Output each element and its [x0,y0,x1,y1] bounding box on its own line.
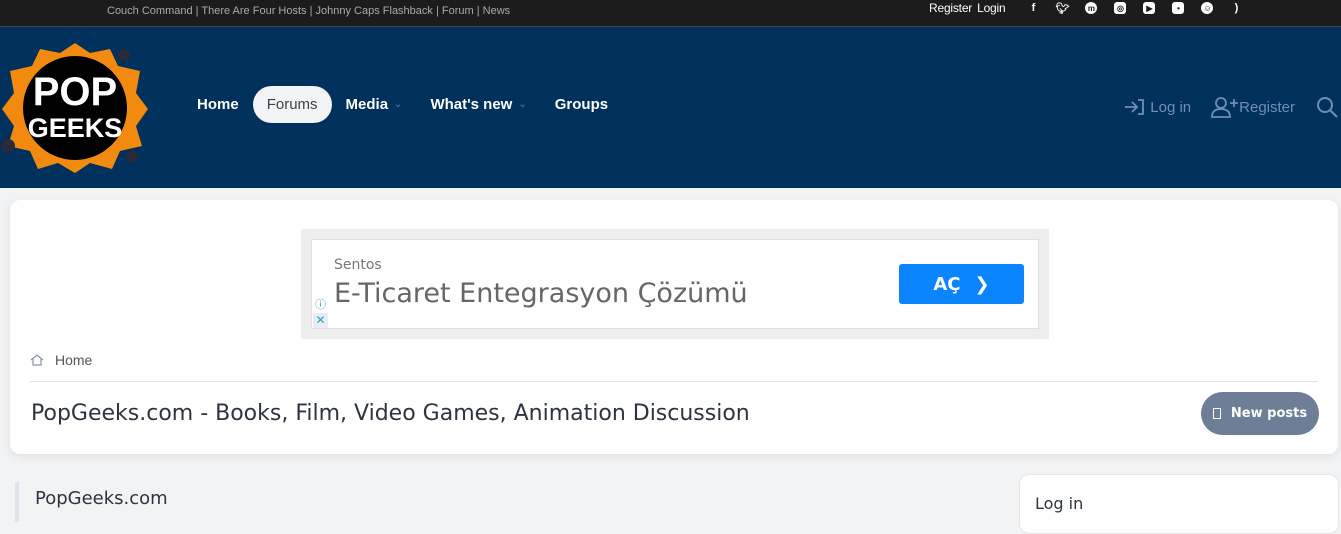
top-register-link[interactable]: Register [929,1,972,15]
ad-info-icon[interactable]: ⓘ [313,296,328,311]
svg-text:POP: POP [33,70,117,114]
nav-home[interactable]: Home [183,86,253,123]
mastodon-icon[interactable]: m [1085,2,1098,14]
divider [30,381,1318,382]
nav-whats-new[interactable]: What's new ⌄ [416,86,540,123]
youtube-icon[interactable]: ▶ [1143,2,1156,14]
ad-button-label: AÇ [933,273,961,295]
section-title: PopGeeks.com [15,482,168,522]
document-icon [1212,408,1221,419]
top-link-johnny-caps[interactable]: Johnny Caps Flashback [316,5,433,17]
nav-media[interactable]: Media ⌄ [332,86,417,123]
nav-home-label: Home [197,96,239,113]
sidebar-login-block: Log in [1019,474,1339,534]
login-button[interactable]: Log in [1123,98,1191,116]
nav-whats-new-label: What's new [430,96,513,113]
search-icon[interactable] [1315,95,1339,119]
nav-media-label: Media [345,96,389,113]
nav-forums[interactable]: Forums [252,86,332,123]
user-plus-icon [1211,97,1239,118]
advertisement[interactable]: Sentos E-Ticaret Entegrasyon Çözümü AÇ ❯ … [301,229,1049,339]
chevron-right-icon: ❯ [974,273,990,295]
page-title: PopGeeks.com - Books, Film, Video Games,… [31,401,750,426]
rss-icon[interactable]: ) [1230,2,1242,14]
top-link-four-hosts[interactable]: There Are Four Hosts [201,5,306,17]
twitter-icon[interactable]: 🐦︎ [1055,2,1069,15]
page-header-card: Sentos E-Ticaret Entegrasyon Çözümü AÇ ❯ … [10,200,1338,454]
top-login-link[interactable]: Login [977,1,1006,15]
site-header: POP GEEKS Home Forums Media ⌄ What's new ⌄… [0,27,1341,188]
new-posts-label: New posts [1230,406,1308,421]
reddit-icon[interactable]: ☺ [1201,2,1214,14]
new-posts-button[interactable]: New posts [1201,392,1319,435]
top-links: Couch Command | There Are Four Hosts | J… [107,5,511,17]
top-bar: Couch Command | There Are Four Hosts | J… [0,0,1341,27]
ad-close-icon[interactable]: ✕ [313,313,328,328]
facebook-icon[interactable]: f [1027,2,1039,14]
ad-source: Sentos [334,257,382,273]
ad-title[interactable]: E-Ticaret Entegrasyon Çözümü [334,278,748,309]
top-link-news[interactable]: News [483,5,511,17]
chevron-down-icon[interactable]: ⌄ [394,99,402,110]
sidebar-login-title: Log in [1035,494,1084,513]
nav-forums-label: Forums [266,96,318,113]
top-link-couch-command[interactable]: Couch Command [107,5,193,17]
ad-open-button[interactable]: AÇ ❯ [899,264,1024,304]
chevron-down-icon[interactable]: ⌄ [518,99,526,110]
register-button[interactable]: Register [1211,96,1295,118]
main-nav: Home Forums Media ⌄ What's new ⌄ Groups [183,86,622,123]
login-label: Log in [1150,98,1192,116]
popgeeks-logo[interactable]: POP GEEKS [0,41,150,173]
nav-groups[interactable]: Groups [541,86,622,123]
discord-icon[interactable]: • [1172,2,1185,14]
register-label: Register [1239,98,1295,116]
home-icon [30,354,44,366]
svg-text:GEEKS: GEEKS [28,113,123,143]
instagram-icon[interactable]: ◎ [1114,2,1127,14]
breadcrumb-home[interactable]: Home [55,352,92,368]
top-link-forum[interactable]: Forum [442,5,474,17]
nav-groups-label: Groups [554,96,609,113]
sign-in-icon [1125,99,1145,115]
breadcrumb: Home [30,352,92,368]
